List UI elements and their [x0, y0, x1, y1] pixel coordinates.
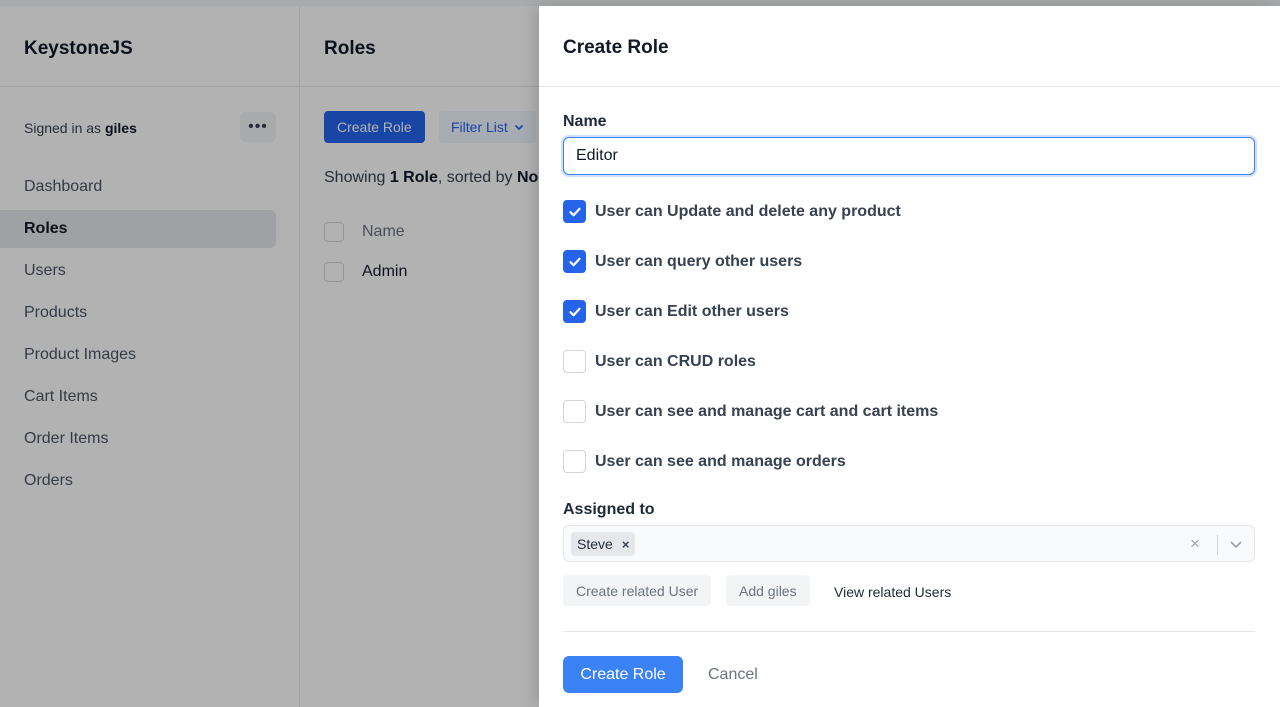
checkbox-unchecked[interactable]: [563, 400, 586, 423]
chip-label: Steve: [577, 536, 613, 552]
divider: [1217, 535, 1218, 555]
assigned-user-chip: Steve ×: [571, 532, 636, 556]
cancel-button[interactable]: Cancel: [708, 666, 758, 684]
checkbox-checked[interactable]: [563, 300, 586, 323]
add-user-button[interactable]: Add giles: [726, 575, 810, 606]
permission-label: User can query other users: [595, 252, 803, 270]
permission-label: User can Update and delete any product: [595, 202, 901, 220]
view-related-users-link[interactable]: View related Users: [834, 584, 951, 600]
divider: [539, 86, 1280, 87]
permission-crud-roles[interactable]: User can CRUD roles: [563, 350, 756, 373]
checkbox-checked[interactable]: [563, 250, 586, 273]
checkbox-unchecked[interactable]: [563, 450, 586, 473]
permission-label: User can Edit other users: [595, 302, 789, 320]
create-related-user-button[interactable]: Create related User: [563, 575, 712, 606]
drawer-title: Create Role: [563, 37, 669, 58]
assigned-to-select[interactable]: Steve × ×: [563, 525, 1255, 562]
permission-label: User can see and manage orders: [595, 452, 846, 470]
permission-query-users[interactable]: User can query other users: [563, 250, 802, 273]
permission-manage-orders[interactable]: User can see and manage orders: [563, 450, 846, 473]
permission-update-delete-products[interactable]: User can Update and delete any product: [563, 200, 901, 223]
checkbox-checked[interactable]: [563, 200, 586, 223]
permission-edit-users[interactable]: User can Edit other users: [563, 300, 789, 323]
permission-label: User can CRUD roles: [595, 352, 756, 370]
permission-label: User can see and manage cart and cart it…: [595, 402, 939, 420]
check-icon: [568, 307, 581, 316]
check-icon: [568, 257, 581, 266]
name-label: Name: [563, 113, 607, 130]
name-input[interactable]: [563, 137, 1255, 175]
chevron-down-icon[interactable]: [1228, 535, 1244, 553]
create-role-submit-button[interactable]: Create Role: [563, 656, 683, 693]
remove-chip-icon[interactable]: ×: [622, 537, 630, 552]
clear-icon[interactable]: ×: [1190, 534, 1200, 554]
assigned-to-label: Assigned to: [563, 501, 655, 518]
permission-manage-cart[interactable]: User can see and manage cart and cart it…: [563, 400, 938, 423]
check-icon: [568, 207, 581, 216]
divider: [563, 631, 1255, 632]
create-role-drawer: Create Role Name User can Update and del…: [539, 6, 1280, 707]
checkbox-unchecked[interactable]: [563, 350, 586, 373]
